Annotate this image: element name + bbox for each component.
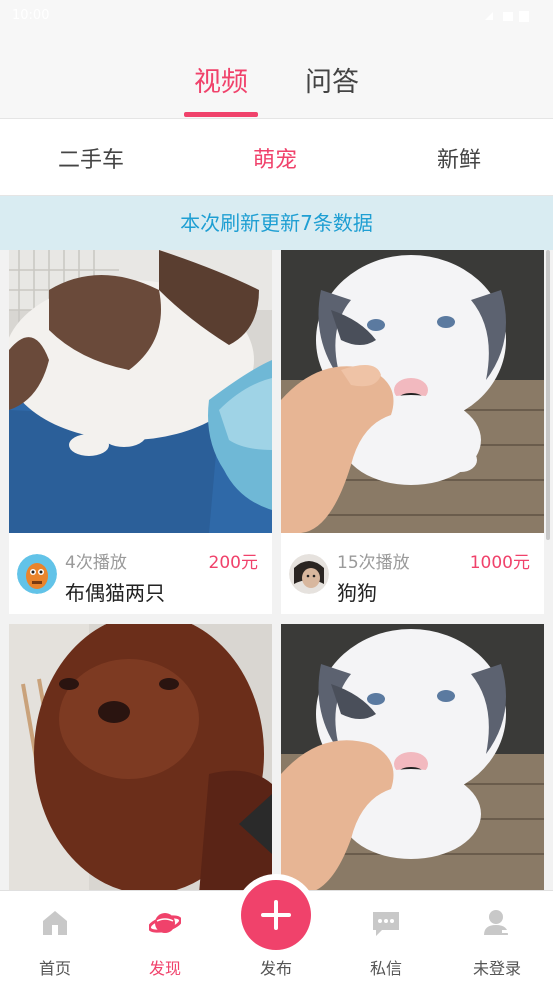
nav-discover[interactable]: 发现: [110, 891, 220, 984]
nav-label: 未登录: [472, 959, 521, 978]
category-pets[interactable]: 萌宠: [253, 142, 297, 174]
scrollbar[interactable]: [546, 250, 550, 540]
nav-label: 首页: [38, 959, 71, 978]
avatar[interactable]: [289, 554, 329, 594]
avatar[interactable]: [17, 554, 57, 594]
nav-messages[interactable]: 私信: [331, 891, 441, 984]
nav-login[interactable]: 未登录: [442, 891, 552, 984]
user-icon: [484, 910, 511, 935]
tab-video[interactable]: 视频: [194, 60, 248, 99]
top-tab-bar: 视频 问答: [0, 34, 553, 118]
ragdoll-cat-photo[interactable]: [9, 250, 272, 533]
card-info: 4次播放 200元 布偶猫两只: [9, 533, 272, 614]
play-count: 4次播放: [65, 553, 127, 573]
category-bar: 二手车 萌宠 新鲜: [0, 118, 553, 196]
nav-label: 发布: [259, 959, 292, 978]
nav-label: 发现: [148, 959, 181, 978]
card-title[interactable]: 布偶猫两只: [65, 577, 165, 606]
brown-poodle-photo[interactable]: [9, 624, 272, 894]
signal-icon: [485, 11, 529, 22]
plus-icon: [241, 880, 311, 950]
price: 200元: [208, 553, 258, 573]
refresh-banner: 本次刷新更新7条数据: [0, 196, 553, 250]
category-fresh[interactable]: 新鲜: [437, 142, 481, 174]
video-card[interactable]: 4次播放 200元 布偶猫两只: [9, 250, 272, 614]
planet-icon: [149, 913, 181, 933]
video-card[interactable]: [9, 624, 272, 894]
tab-qa[interactable]: 问答: [305, 60, 359, 99]
card-info: 15次播放 1000元 狗狗: [281, 533, 544, 614]
video-card[interactable]: 15次播放 1000元 狗狗: [281, 250, 544, 614]
status-icons: [481, 8, 541, 24]
status-time: 10:00: [12, 8, 50, 23]
home-icon: [43, 911, 67, 935]
price: 1000元: [469, 553, 530, 573]
nav-home[interactable]: 首页: [0, 891, 110, 984]
status-bar: 10:00: [0, 0, 553, 34]
publish-button[interactable]: [235, 874, 317, 956]
video-card[interactable]: [281, 624, 544, 894]
white-puppy-photo[interactable]: [281, 624, 544, 894]
active-tab-indicator: [184, 112, 258, 117]
play-count: 15次播放: [337, 553, 410, 573]
nav-label: 私信: [369, 959, 402, 978]
white-puppy-photo[interactable]: [281, 250, 544, 533]
category-used-car[interactable]: 二手车: [58, 142, 124, 174]
message-icon: [373, 912, 399, 936]
card-title[interactable]: 狗狗: [337, 577, 377, 606]
